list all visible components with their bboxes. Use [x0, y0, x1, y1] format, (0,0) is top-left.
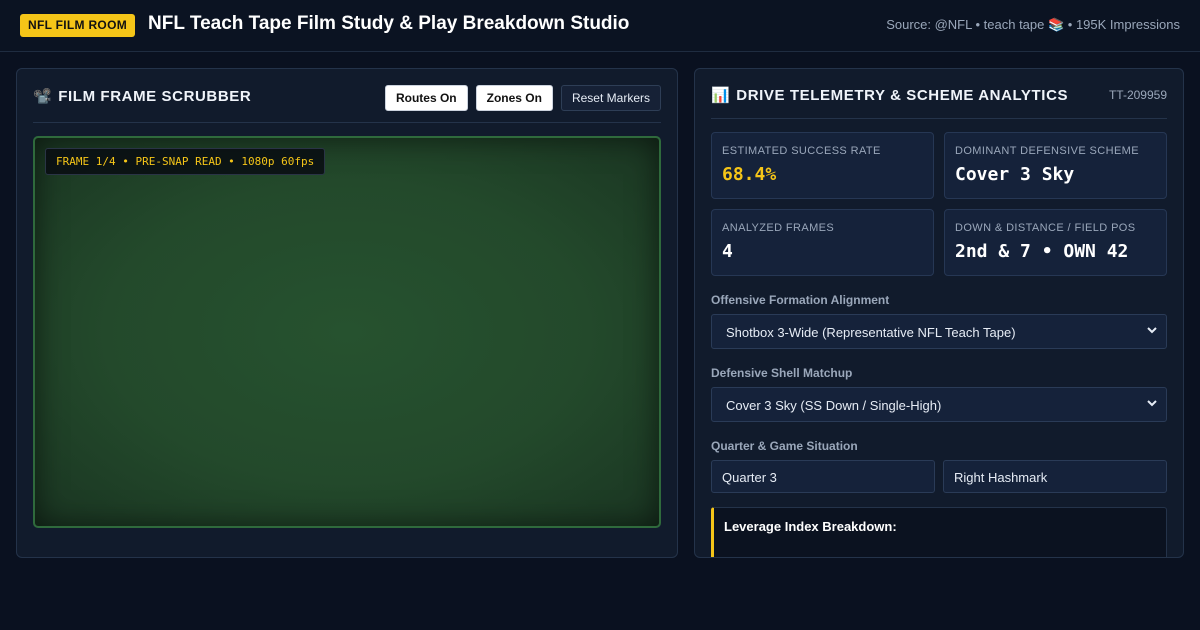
stat-value: 4	[722, 241, 733, 262]
film-panel-title: 📽️ FILM FRAME SCRUBBER	[33, 87, 251, 105]
quarter-input-value: Quarter 3	[722, 470, 777, 485]
stat-card-defensive-scheme: DOMINANT DEFENSIVE SCHEME Cover 3 Sky	[944, 132, 1167, 199]
shell-label: Defensive Shell Matchup	[711, 366, 853, 380]
situation-label: Quarter & Game Situation	[711, 439, 858, 453]
film-panel-header: 📽️ FILM FRAME SCRUBBER Routes On Zones On…	[33, 69, 661, 123]
stat-label: ANALYZED FRAMES	[722, 222, 835, 234]
hashmark-input[interactable]: Right Hashmark	[943, 460, 1167, 493]
stat-label: DOWN & DISTANCE / FIELD POS	[955, 222, 1136, 234]
stat-label: DOMINANT DEFENSIVE SCHEME	[955, 145, 1139, 157]
brand-badge: NFL FILM ROOM	[20, 14, 135, 37]
formation-select-value: Shotbox 3-Wide (Representative NFL Teach…	[726, 325, 1016, 340]
zones-toggle-button[interactable]: Zones On	[475, 85, 553, 111]
chevron-down-icon	[1147, 327, 1157, 334]
source-text: Source: @NFL • teach tape 📚 • 195K Impre…	[886, 17, 1180, 32]
shell-select[interactable]: Cover 3 Sky (SS Down / Single-High)	[711, 387, 1167, 422]
stat-value: 2nd & 7 • OWN 42	[955, 241, 1129, 262]
stat-card-success-rate: ESTIMATED SUCCESS RATE 68.4%	[711, 132, 934, 199]
film-toolbar: Routes On Zones On Reset Markers	[384, 85, 661, 111]
stat-card-analyzed-frames: ANALYZED FRAMES 4	[711, 209, 934, 276]
top-bar: NFL FILM ROOM NFL Teach Tape Film Study …	[0, 0, 1200, 52]
stat-value: 68.4%	[722, 164, 777, 185]
hashmark-input-value: Right Hashmark	[954, 470, 1048, 485]
leverage-index-box: Leverage Index Breakdown:	[711, 507, 1167, 557]
leverage-index-title: Leverage Index Breakdown:	[724, 519, 897, 534]
analytics-panel-title: 📊 DRIVE TELEMETRY & SCHEME ANALYTICS	[711, 86, 1068, 104]
shell-select-value: Cover 3 Sky (SS Down / Single-High)	[726, 398, 942, 413]
routes-toggle-button[interactable]: Routes On	[384, 85, 468, 111]
analytics-panel-header: 📊 DRIVE TELEMETRY & SCHEME ANALYTICS TT-2…	[711, 69, 1167, 119]
film-projector-icon: 📽️	[33, 88, 53, 105]
film-panel-title-text: FILM FRAME SCRUBBER	[58, 88, 252, 105]
analytics-panel-title-text: DRIVE TELEMETRY & SCHEME ANALYTICS	[736, 87, 1069, 104]
formation-select[interactable]: Shotbox 3-Wide (Representative NFL Teach…	[711, 314, 1167, 349]
app-title: NFL Teach Tape Film Study & Play Breakdo…	[148, 13, 630, 34]
stat-card-down-distance: DOWN & DISTANCE / FIELD POS 2nd & 7 • OW…	[944, 209, 1167, 276]
stat-value: Cover 3 Sky	[955, 164, 1075, 185]
analytics-panel: 📊 DRIVE TELEMETRY & SCHEME ANALYTICS TT-2…	[694, 68, 1184, 558]
quarter-input[interactable]: Quarter 3	[711, 460, 935, 493]
chevron-down-icon	[1147, 400, 1157, 407]
formation-label: Offensive Formation Alignment	[711, 293, 890, 307]
film-scrubber-panel: 📽️ FILM FRAME SCRUBBER Routes On Zones On…	[16, 68, 678, 558]
telemetry-id: TT-209959	[1108, 88, 1167, 102]
frame-label: FRAME 1/4 • PRE-SNAP READ • 1080p 60fps	[45, 148, 326, 175]
bar-chart-icon: 📊	[711, 87, 731, 104]
reset-markers-button[interactable]: Reset Markers	[560, 85, 661, 111]
stat-label: ESTIMATED SUCCESS RATE	[722, 145, 881, 157]
film-frame-canvas[interactable]: FRAME 1/4 • PRE-SNAP READ • 1080p 60fps	[33, 136, 661, 528]
